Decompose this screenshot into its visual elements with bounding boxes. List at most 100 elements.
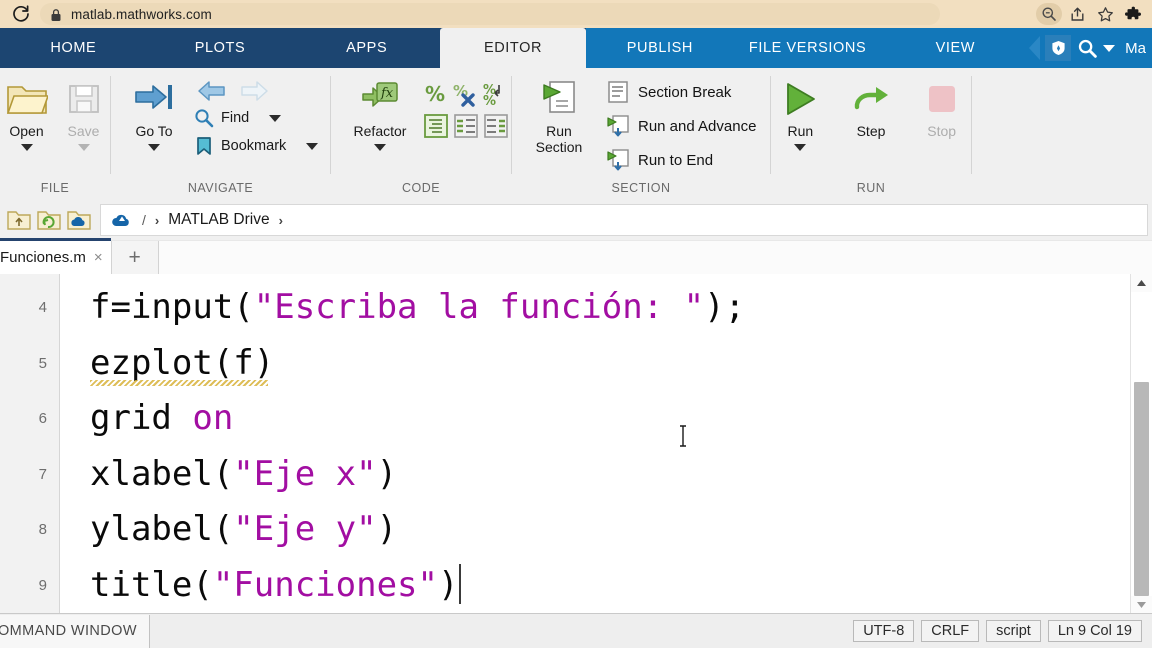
section-break-icon	[606, 80, 630, 104]
forward-arrow-icon	[237, 78, 271, 104]
reload-icon[interactable]	[8, 1, 34, 27]
section-break-button[interactable]: Section Break	[606, 76, 756, 108]
code-token: )	[438, 564, 459, 605]
stop-button: Stop	[912, 76, 971, 139]
run-section-button-label: Run Section	[535, 123, 583, 155]
refactor-fx-icon: fx	[359, 76, 401, 122]
code-line[interactable]: title("Funciones")	[60, 558, 1152, 614]
cursor-position-chip[interactable]: Ln 9 Col 19	[1047, 620, 1142, 642]
open-button-label: Open	[9, 123, 44, 139]
share-icon[interactable]	[1064, 3, 1090, 25]
uncomment-icon[interactable]: %	[453, 81, 479, 107]
collapse-chevron-icon[interactable]	[1029, 36, 1041, 60]
line-ending-chip[interactable]: CRLF	[921, 620, 980, 642]
code-token-keyword: on	[192, 398, 234, 438]
save-floppy-icon	[66, 76, 102, 122]
cloud-folder-icon[interactable]	[66, 208, 92, 232]
find-dropdown-icon[interactable]	[269, 114, 282, 122]
code-line[interactable]: ezplot(f)	[60, 336, 1152, 392]
tab-plots[interactable]: PLOTS	[147, 28, 294, 68]
refactor-button[interactable]: fx Refactor	[343, 76, 417, 151]
svg-text:%: %	[425, 82, 445, 106]
smart-indent-icon[interactable]	[423, 113, 449, 139]
run-to-end-button[interactable]: Run to End	[606, 144, 756, 176]
run-dropdown-icon[interactable]	[794, 144, 807, 151]
new-file-tab-button[interactable]: +	[110, 241, 159, 274]
ribbon-group-label-file: FILE	[40, 181, 70, 195]
back-arrow-icon[interactable]	[195, 78, 229, 104]
shield-badge-icon[interactable]	[1045, 35, 1072, 61]
breadcrumb-item-matlab-drive[interactable]: MATLAB Drive	[168, 211, 269, 229]
warning-squiggle-underline	[90, 380, 268, 386]
user-menu-label[interactable]: Ma	[1119, 40, 1146, 57]
tab-view[interactable]: VIEW	[881, 28, 1029, 68]
open-dropdown-icon[interactable]	[20, 144, 33, 151]
scrollbar-thumb[interactable]	[1134, 382, 1149, 596]
run-and-advance-button[interactable]: Run and Advance	[606, 110, 756, 142]
code-token-string: "Eje x"	[233, 453, 377, 494]
code-token: f=input(	[90, 287, 254, 327]
zoom-indicator-icon[interactable]	[1036, 3, 1062, 25]
breadcrumb-path[interactable]: / › MATLAB Drive ›	[100, 204, 1148, 236]
step-button-label: Step	[856, 123, 886, 139]
file-type-chip[interactable]: script	[986, 620, 1041, 642]
tab-publish[interactable]: PUBLISH	[586, 28, 734, 68]
line-number: 5	[38, 354, 47, 372]
close-icon[interactable]: ×	[94, 249, 103, 266]
code-line[interactable]: f=input("Escriba la función: ");	[60, 280, 1152, 336]
command-window-panel-tab[interactable]: OMMAND WINDOW	[0, 614, 150, 648]
editor-vertical-scrollbar[interactable]	[1130, 274, 1152, 614]
scroll-up-arrow-icon[interactable]	[1131, 274, 1152, 292]
step-icon	[849, 76, 893, 122]
decrease-indent-icon[interactable]	[483, 113, 509, 139]
go-to-button[interactable]: Go To	[121, 76, 187, 151]
code-line[interactable]: ylabel("Eje y")	[60, 502, 1152, 558]
go-to-dropdown-icon[interactable]	[148, 144, 160, 151]
encoding-chip[interactable]: UTF-8	[853, 620, 915, 642]
bookmark-button[interactable]: Bookmark	[193, 132, 319, 160]
run-section-icon	[538, 76, 580, 122]
refresh-folder-icon[interactable]	[36, 208, 62, 232]
file-tab-funciones[interactable]: Funciones.m ×	[0, 238, 111, 274]
ribbon-group-code: fx Refactor % % % % CODE	[331, 68, 511, 200]
code-token: grid	[90, 398, 193, 438]
save-button[interactable]: Save	[57, 76, 110, 151]
run-and-advance-icon	[606, 114, 630, 138]
open-button[interactable]: Open	[0, 76, 53, 151]
increase-indent-icon[interactable]	[453, 113, 479, 139]
browser-toolbar: matlab.mathworks.com	[0, 0, 1152, 28]
ribbon-group-label-navigate: NAVIGATE	[187, 181, 254, 195]
search-icon[interactable]	[1075, 36, 1099, 60]
refactor-dropdown-icon[interactable]	[374, 144, 386, 151]
tab-apps[interactable]: APPS	[293, 28, 440, 68]
go-up-folder-icon[interactable]	[6, 208, 32, 232]
run-section-button[interactable]: Run Section	[522, 76, 596, 155]
address-bar[interactable]: matlab.mathworks.com	[40, 3, 940, 25]
comment-icon[interactable]: %	[423, 81, 449, 107]
code-line[interactable]: xlabel("Eje x")	[60, 447, 1152, 503]
find-button[interactable]: Find	[193, 104, 318, 132]
run-to-end-label: Run to End	[638, 151, 714, 169]
status-bar: OMMAND WINDOW UTF-8 CRLF script Ln 9 Col…	[0, 613, 1152, 648]
text-caret	[459, 563, 462, 604]
scroll-down-arrow-icon[interactable]	[1131, 596, 1152, 614]
breadcrumb-trailing-chevron-icon[interactable]: ›	[279, 213, 283, 228]
step-button[interactable]: Step	[842, 76, 901, 139]
tab-home[interactable]: HOME	[0, 28, 147, 68]
code-text-area[interactable]: f=input("Escriba la función: "); ezplot(…	[60, 274, 1152, 614]
bookmark-dropdown-icon[interactable]	[306, 142, 319, 150]
run-to-end-icon	[606, 148, 630, 172]
tab-editor[interactable]: EDITOR	[440, 28, 586, 68]
chevron-down-icon[interactable]	[1103, 44, 1116, 52]
file-tab-bar: Funciones.m × +	[0, 238, 1152, 275]
extensions-puzzle-icon[interactable]	[1120, 3, 1146, 25]
wrap-comment-icon[interactable]: % %	[483, 81, 509, 107]
run-button-label: Run	[787, 123, 814, 139]
code-token-string: "Eje y"	[233, 509, 377, 549]
breadcrumb-tools	[0, 208, 92, 232]
code-line[interactable]: grid on	[60, 391, 1152, 447]
code-editor[interactable]: 4 5 6 7 8 9 f=input("Escriba la función:…	[0, 274, 1152, 614]
tab-file-versions[interactable]: FILE VERSIONS	[734, 28, 882, 68]
run-button[interactable]: Run	[771, 76, 830, 151]
bookmark-star-icon[interactable]	[1092, 3, 1118, 25]
